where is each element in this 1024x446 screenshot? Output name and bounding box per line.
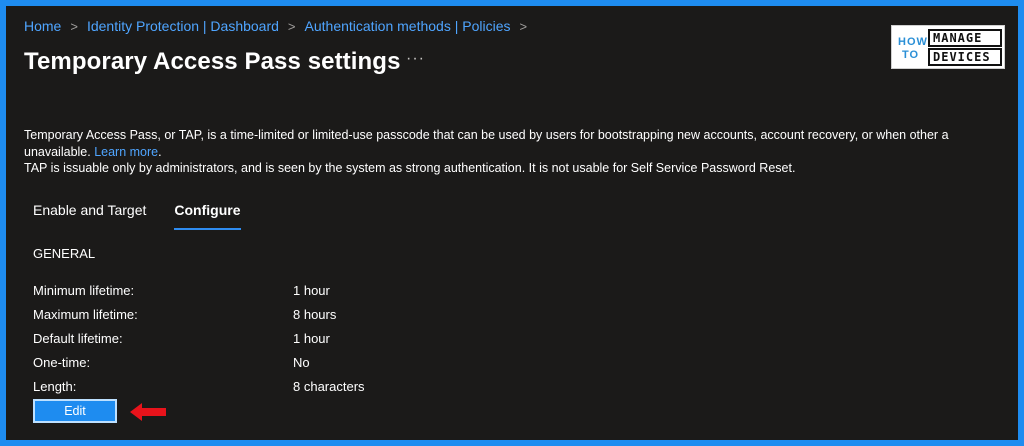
setting-value: 1 hour [293, 331, 330, 346]
setting-label: Maximum lifetime: [33, 307, 138, 322]
setting-value: 8 characters [293, 379, 365, 394]
red-arrow-icon [130, 403, 166, 421]
more-options-icon[interactable]: ··· [406, 50, 425, 68]
description-unavailable-text: unavailable. [24, 144, 91, 159]
description-line-3: TAP is issuable only by administrators, … [24, 161, 796, 175]
breadcrumb-separator-icon: > [519, 18, 528, 34]
howtomanagedevices-logo: HOW TO MANAGE DEVICES [891, 25, 1005, 69]
tab-configure[interactable]: Configure [174, 202, 241, 230]
breadcrumb-home[interactable]: Home [24, 18, 61, 34]
learn-more-link[interactable]: Learn more [94, 145, 158, 159]
setting-label: Minimum lifetime: [33, 283, 135, 298]
setting-row-length: Length: 8 characters [33, 379, 433, 397]
section-general-title: GENERAL [33, 246, 96, 261]
description-line-1: Temporary Access Pass, or TAP, is a time… [24, 128, 949, 142]
description-period: . [158, 144, 162, 159]
tab-enable-and-target[interactable]: Enable and Target [33, 202, 146, 230]
breadcrumb-separator-icon: > [287, 18, 296, 34]
breadcrumb-identity-protection[interactable]: Identity Protection | Dashboard [87, 18, 279, 34]
breadcrumb-separator-icon: > [70, 18, 78, 34]
description-line-2: unavailable. Learn more. [24, 144, 1018, 161]
setting-value: 8 hours [293, 307, 337, 322]
logo-devices-text: DEVICES [928, 48, 1002, 66]
logo-how-text: HOW [898, 36, 928, 48]
setting-value: 1 hour [293, 283, 330, 298]
setting-label: Length: [33, 379, 77, 394]
logo-to-text: TO [902, 49, 920, 61]
description: Temporary Access Pass, or TAP, is a time… [24, 127, 1018, 177]
setting-row-maximum-lifetime: Maximum lifetime: 8 hours [33, 307, 433, 325]
logo-manage-text: MANAGE [928, 29, 1002, 47]
tab-bar: Enable and Target Configure [33, 202, 241, 230]
breadcrumb: Home > Identity Protection | Dashboard >… [24, 18, 536, 34]
setting-row-minimum-lifetime: Minimum lifetime: 1 hour [33, 283, 433, 301]
edit-button[interactable]: Edit [33, 399, 117, 423]
page-title: Temporary Access Pass settings [24, 48, 401, 75]
setting-label: One-time: [33, 355, 91, 370]
setting-row-one-time: One-time: No [33, 355, 433, 373]
setting-label: Default lifetime: [33, 331, 123, 346]
setting-row-default-lifetime: Default lifetime: 1 hour [33, 331, 433, 349]
portal-frame: Home > Identity Protection | Dashboard >… [6, 6, 1018, 440]
breadcrumb-authentication-methods[interactable]: Authentication methods | Policies [305, 18, 511, 34]
setting-value: No [293, 355, 310, 370]
